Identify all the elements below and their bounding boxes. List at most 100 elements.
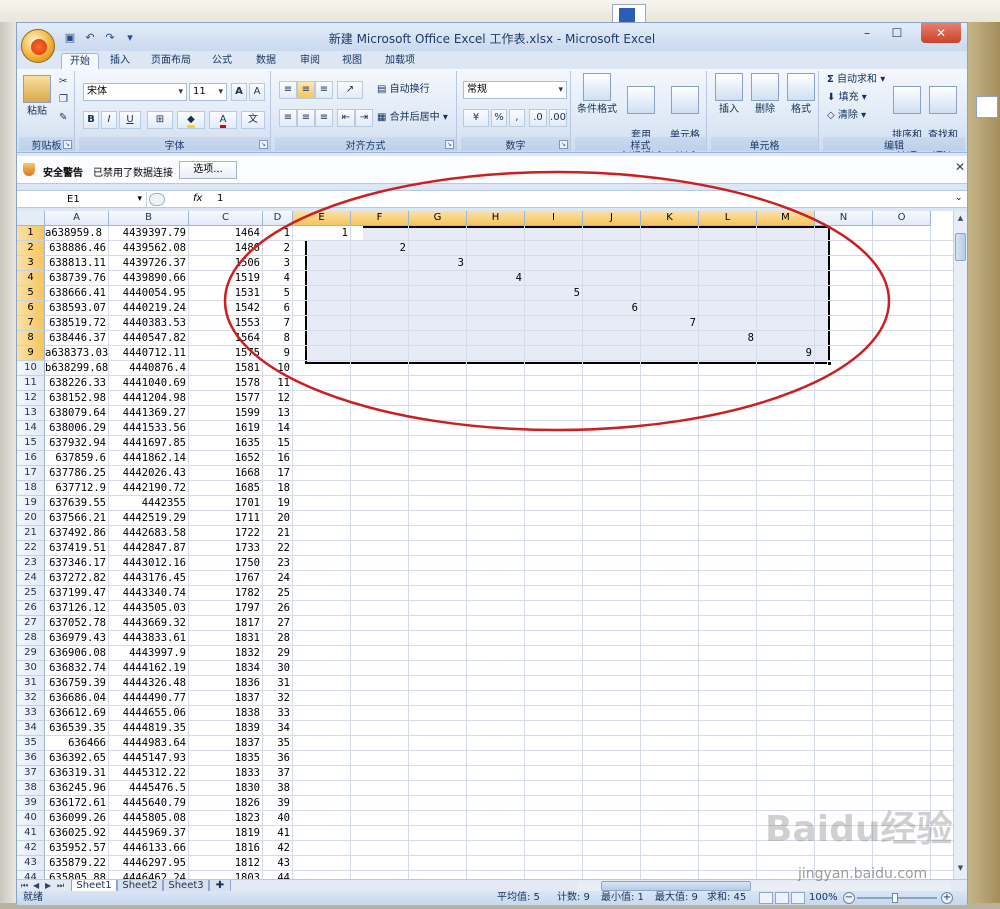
selected-cell[interactable]: 1 — [293, 226, 351, 241]
row-header[interactable]: 33 — [17, 706, 45, 721]
decrease-indent-button[interactable]: ⇤ — [337, 109, 355, 127]
comma-button[interactable]: , — [509, 109, 525, 127]
table-cell[interactable]: 635879.22 — [45, 856, 109, 871]
table-cell[interactable]: 4442026.43 — [109, 466, 189, 481]
table-cell[interactable]: 638152.98 — [45, 391, 109, 406]
table-cell[interactable]: 638006.29 — [45, 421, 109, 436]
column-header-b[interactable]: B — [109, 211, 189, 226]
column-header-d[interactable]: D — [263, 211, 293, 226]
zoom-level[interactable]: 100% — [809, 891, 838, 905]
table-cell[interactable]: 1835 — [189, 751, 263, 766]
zoom-out-icon[interactable]: − — [843, 892, 855, 904]
number-launcher-icon[interactable]: ↘ — [559, 140, 568, 149]
normal-view-icon[interactable] — [759, 892, 773, 904]
row-header[interactable]: 21 — [17, 526, 45, 541]
table-cell[interactable]: 636612.69 — [45, 706, 109, 721]
selected-cell[interactable]: 3 — [409, 256, 467, 271]
table-cell[interactable]: 1519 — [189, 271, 263, 286]
table-cell[interactable]: 21 — [263, 526, 293, 541]
page-layout-view-icon[interactable] — [775, 892, 789, 904]
table-cell[interactable]: 1578 — [189, 376, 263, 391]
percent-button[interactable]: % — [491, 109, 507, 127]
tab-page-layout[interactable]: 页面布局 — [143, 53, 199, 69]
table-cell[interactable]: 1830 — [189, 781, 263, 796]
table-cell[interactable]: 635805.88 — [45, 871, 109, 879]
table-cell[interactable]: 3 — [263, 256, 293, 271]
maximize-button[interactable]: ☐ — [883, 23, 911, 43]
row-header[interactable]: 11 — [17, 376, 45, 391]
table-cell[interactable]: 637566.21 — [45, 511, 109, 526]
table-cell[interactable]: 638079.64 — [45, 406, 109, 421]
insert-cells-button[interactable]: 插入 — [711, 73, 747, 116]
table-cell[interactable]: 41 — [263, 826, 293, 841]
table-cell[interactable]: 1817 — [189, 616, 263, 631]
align-middle-button[interactable]: ≡ — [297, 81, 315, 99]
table-cell[interactable]: 1837 — [189, 691, 263, 706]
table-cell[interactable]: 637346.17 — [45, 556, 109, 571]
table-cell[interactable]: 4443833.61 — [109, 631, 189, 646]
table-cell[interactable]: 638666.41 — [45, 286, 109, 301]
table-cell[interactable]: 637786.25 — [45, 466, 109, 481]
font-size-select[interactable]: 11 — [189, 83, 227, 101]
page-break-view-icon[interactable] — [791, 892, 805, 904]
table-cell[interactable]: 4442847.87 — [109, 541, 189, 556]
increase-indent-button[interactable]: ⇥ — [355, 109, 373, 127]
table-cell[interactable]: 4439562.08 — [109, 241, 189, 256]
table-cell[interactable]: 636172.61 — [45, 796, 109, 811]
table-cell[interactable]: 1 — [263, 226, 293, 241]
scroll-down-icon[interactable]: ▼ — [955, 863, 966, 874]
row-header[interactable]: 31 — [17, 676, 45, 691]
table-cell[interactable]: 637712.9 — [45, 481, 109, 496]
table-cell[interactable]: 1812 — [189, 856, 263, 871]
table-cell[interactable]: 4442519.29 — [109, 511, 189, 526]
cut-icon[interactable]: ✂ — [59, 75, 67, 89]
table-cell[interactable]: 4442683.58 — [109, 526, 189, 541]
selected-cell[interactable]: 2 — [351, 241, 409, 256]
table-cell[interactable]: 4444819.35 — [109, 721, 189, 736]
table-cell[interactable]: 4445640.79 — [109, 796, 189, 811]
table-cell[interactable]: 636466 — [45, 736, 109, 751]
selected-cell[interactable]: 6 — [583, 301, 641, 316]
expand-formula-bar-icon[interactable]: ⌄ — [955, 193, 963, 203]
table-cell[interactable]: 4439397.79 — [109, 226, 189, 241]
table-cell[interactable]: 17 — [263, 466, 293, 481]
wrap-text-button[interactable]: ▤ 自动换行 — [377, 83, 430, 97]
worksheet-grid[interactable]: A B C D E F G H I J K L M N O 1 a638959.8 4439397.79 1464 1… — [17, 211, 953, 879]
table-cell[interactable]: 4445147.93 — [109, 751, 189, 766]
table-cell[interactable]: 637492.86 — [45, 526, 109, 541]
table-cell[interactable]: 637126.12 — [45, 601, 109, 616]
formula-cancel-icon[interactable] — [149, 193, 165, 206]
table-cell[interactable]: 4444162.19 — [109, 661, 189, 676]
delete-cells-button[interactable]: 删除 — [747, 73, 783, 116]
selected-cell[interactable]: 8 — [699, 331, 757, 346]
table-cell[interactable]: 1577 — [189, 391, 263, 406]
table-cell[interactable]: 1832 — [189, 646, 263, 661]
undo-icon[interactable]: ↶ — [83, 31, 97, 45]
vertical-scrollbar[interactable]: ▲ ▼ — [953, 211, 967, 879]
row-header[interactable]: 29 — [17, 646, 45, 661]
save-icon[interactable]: ▣ — [63, 31, 77, 45]
increase-decimal-button[interactable]: .0 — [529, 109, 547, 127]
table-cell[interactable]: 1575 — [189, 346, 263, 361]
row-header[interactable]: 27 — [17, 616, 45, 631]
table-cell[interactable]: 24 — [263, 571, 293, 586]
table-cell[interactable]: 638886.46 — [45, 241, 109, 256]
table-cell[interactable]: 29 — [263, 646, 293, 661]
table-cell[interactable]: 30 — [263, 661, 293, 676]
bold-button[interactable]: B — [83, 111, 99, 129]
orientation-button[interactable]: ↗ — [337, 81, 363, 99]
formula-input[interactable]: 1 — [217, 193, 223, 204]
row-header[interactable]: 17 — [17, 466, 45, 481]
row-header[interactable]: 10 — [17, 361, 45, 376]
row-header[interactable]: 37 — [17, 766, 45, 781]
row-header[interactable]: 30 — [17, 661, 45, 676]
table-cell[interactable]: 28 — [263, 631, 293, 646]
table-cell[interactable]: 34 — [263, 721, 293, 736]
table-cell[interactable]: 1685 — [189, 481, 263, 496]
prev-sheet-icon[interactable]: ◀ — [33, 880, 39, 891]
tab-review[interactable]: 审阅 — [293, 53, 327, 69]
tab-home[interactable]: 开始 — [61, 53, 99, 69]
table-cell[interactable]: 33 — [263, 706, 293, 721]
insert-function-icon[interactable]: fx — [193, 193, 202, 204]
table-cell[interactable]: 13 — [263, 406, 293, 421]
